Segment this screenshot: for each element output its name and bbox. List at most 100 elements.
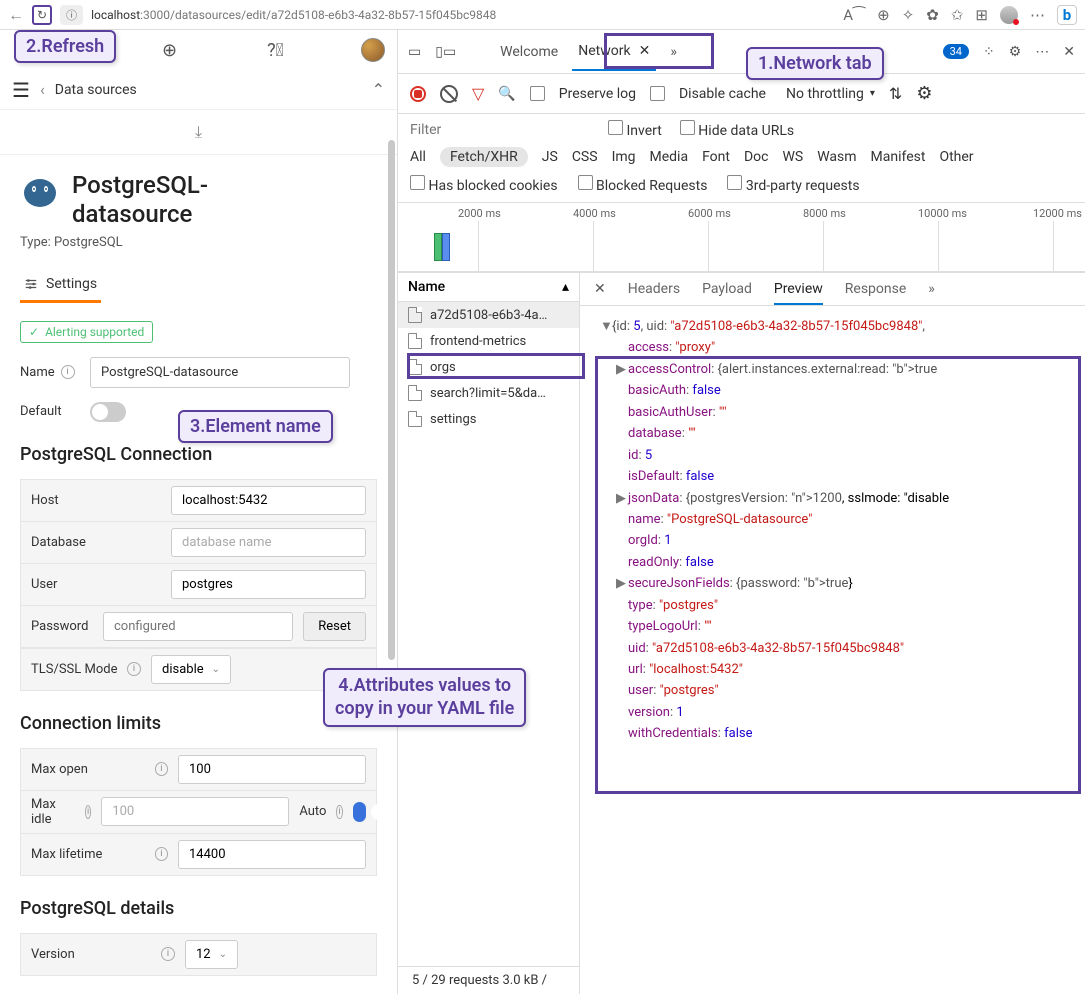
search-icon[interactable]: 🔍 — [498, 86, 515, 102]
thirdparty-checkbox[interactable] — [727, 175, 742, 190]
breadcrumb-link[interactable]: Data sources — [55, 82, 137, 98]
tab-preview[interactable]: Preview — [774, 281, 823, 305]
disable-cache-checkbox[interactable] — [650, 86, 665, 101]
blocked-req-checkbox[interactable] — [578, 175, 593, 190]
request-item[interactable]: search?limit=5&da… — [398, 380, 579, 406]
network-conditions-icon[interactable]: ⇅ — [889, 84, 902, 103]
filter-input[interactable] — [410, 122, 590, 138]
user-avatar[interactable] — [361, 38, 385, 62]
type-filter-fetch/xhr[interactable]: Fetch/XHR — [440, 147, 528, 167]
hideurls-checkbox[interactable] — [680, 120, 695, 135]
settings-icon[interactable]: ⚙ — [1009, 44, 1022, 60]
name-input[interactable] — [90, 357, 350, 388]
scrollbar-thumb[interactable] — [388, 140, 395, 660]
clear-button[interactable] — [440, 85, 458, 103]
extensions-icon[interactable]: ⁘ — [983, 44, 995, 60]
more-icon[interactable]: ⋯ — [1035, 44, 1049, 60]
plus-icon[interactable]: ⊕ — [162, 40, 177, 61]
request-item[interactable]: orgs — [398, 354, 579, 380]
record-button[interactable] — [410, 86, 426, 102]
info-icon[interactable]: i — [61, 365, 75, 379]
info-icon[interactable]: i — [127, 662, 141, 676]
tab-network[interactable]: Network✕ — [572, 33, 656, 71]
json-preview[interactable]: ▼{id: 5, uid: "a72d5108-e6b3-4a32-8b57-1… — [580, 306, 1085, 994]
more-icon[interactable]: ⋯ — [1030, 6, 1045, 24]
reset-button[interactable]: Reset — [303, 612, 366, 641]
device-icon[interactable]: ▯▭ — [435, 44, 456, 60]
bing-icon[interactable]: b — [1057, 5, 1077, 25]
info-icon[interactable]: i — [336, 805, 342, 819]
tab-settings[interactable]: Settings — [20, 268, 101, 303]
tab-response[interactable]: Response — [845, 281, 907, 297]
chevron-left-icon[interactable]: ‹ — [40, 80, 45, 99]
type-filter-other[interactable]: Other — [939, 149, 973, 165]
type-filter-manifest[interactable]: Manifest — [871, 149, 926, 165]
info-icon[interactable]: i — [161, 947, 175, 961]
hideurls-label: Hide data URLs — [698, 123, 794, 139]
profile-avatar[interactable] — [1000, 6, 1018, 24]
version-select[interactable]: 12⌄ — [185, 940, 238, 969]
type-filter-wasm[interactable]: Wasm — [817, 149, 856, 165]
read-aloud-icon[interactable]: ✧ — [902, 6, 915, 24]
close-devtools-icon[interactable]: ✕ — [1063, 44, 1075, 60]
type-filter-img[interactable]: Img — [612, 149, 636, 165]
name-label: Namei — [20, 365, 80, 380]
url-display[interactable]: localhost:3000/datasources/edit/a72d5108… — [91, 8, 496, 22]
password-input[interactable] — [103, 612, 293, 641]
collections-icon[interactable]: ⊞ — [975, 6, 988, 24]
type-filter-all[interactable]: All — [410, 149, 426, 165]
file-icon — [408, 307, 422, 323]
sort-icon[interactable]: ▴ — [562, 279, 569, 295]
issues-badge[interactable]: 34 — [943, 44, 969, 59]
preserve-log-checkbox[interactable] — [530, 86, 545, 101]
help-icon[interactable]: ?⃝ — [267, 40, 284, 61]
default-toggle[interactable] — [90, 402, 126, 422]
timeline-tick: 4000 ms — [573, 207, 616, 220]
user-input[interactable] — [171, 570, 366, 599]
extensions-icon[interactable]: ✿ — [926, 6, 939, 24]
invert-checkbox[interactable] — [608, 120, 623, 135]
favorites-icon[interactable]: ✩ — [951, 6, 964, 24]
request-item[interactable]: frontend-metrics — [398, 328, 579, 354]
request-item[interactable]: a72d5108-e6b3-4a… — [398, 302, 579, 328]
type-filter-media[interactable]: Media — [650, 149, 689, 165]
host-input[interactable] — [171, 486, 366, 515]
zoom-icon[interactable]: ⊕ — [877, 6, 890, 24]
inspect-icon[interactable]: ▭ — [408, 44, 421, 60]
type-filter-doc[interactable]: Doc — [744, 149, 769, 165]
text-size-icon[interactable]: A⁀ — [843, 6, 865, 24]
close-detail-icon[interactable]: ✕ — [594, 281, 606, 297]
tab-payload[interactable]: Payload — [702, 281, 752, 297]
maxopen-input[interactable] — [178, 755, 366, 784]
database-input[interactable] — [171, 528, 366, 557]
auto-toggle[interactable] — [353, 802, 366, 822]
chevron-up-icon[interactable]: ⌃ — [372, 80, 385, 99]
type-filter-js[interactable]: JS — [542, 149, 558, 165]
close-icon[interactable]: ✕ — [639, 43, 651, 59]
refresh-button[interactable]: ↻ — [32, 5, 52, 25]
info-icon[interactable]: i — [85, 805, 91, 819]
network-timeline[interactable]: 2000 ms4000 ms6000 ms8000 ms10000 ms1200… — [398, 202, 1085, 272]
more-tabs-icon[interactable]: » — [670, 44, 677, 60]
menu-icon[interactable]: ☰ — [12, 78, 30, 102]
upload-icon[interactable]: ⤓ — [195, 122, 202, 142]
back-icon[interactable]: ← — [8, 5, 24, 25]
type-filter-ws[interactable]: WS — [782, 149, 803, 165]
password-label: Password — [31, 619, 93, 634]
more-tabs-icon[interactable]: » — [928, 281, 935, 297]
tls-select[interactable]: disable⌄ — [151, 655, 231, 684]
type-filter-font[interactable]: Font — [702, 149, 730, 165]
maxlife-input[interactable] — [178, 840, 366, 869]
tab-headers[interactable]: Headers — [628, 281, 680, 297]
name-column-header[interactable]: Name — [408, 279, 445, 295]
info-icon[interactable]: i — [155, 762, 168, 776]
info-icon[interactable]: i — [155, 847, 168, 861]
throttle-select[interactable]: No throttling▾ — [786, 86, 875, 102]
network-settings-icon[interactable]: ⚙ — [916, 83, 932, 104]
request-item[interactable]: settings — [398, 406, 579, 432]
type-filter-css[interactable]: CSS — [572, 149, 598, 165]
blocked-cookies-checkbox[interactable] — [410, 175, 425, 190]
tab-welcome[interactable]: Welcome — [500, 44, 558, 60]
filter-toggle-icon[interactable]: ▽ — [472, 84, 484, 103]
info-icon[interactable]: ⓘ — [60, 5, 83, 25]
